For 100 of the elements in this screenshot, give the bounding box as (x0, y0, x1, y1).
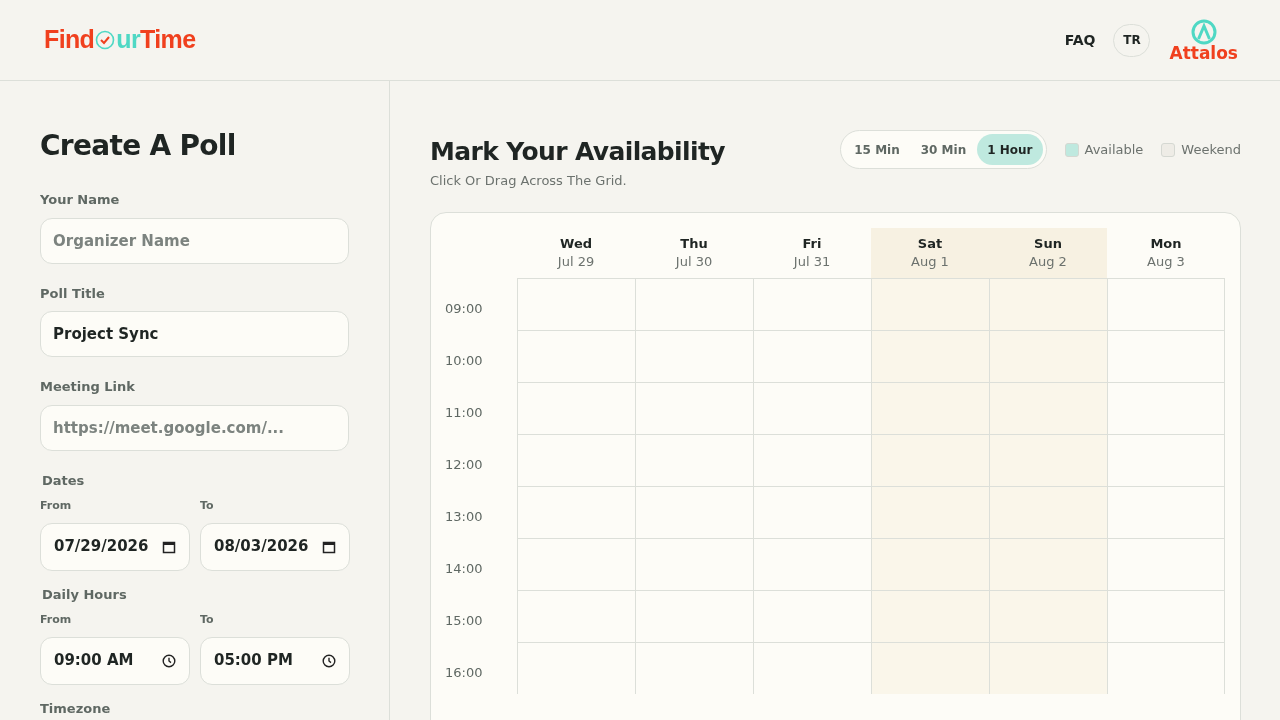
field-label: To (200, 612, 215, 628)
day-label: Sun (1034, 234, 1062, 253)
time-label: 09:00 (445, 300, 483, 316)
time-slot[interactable] (517, 381, 635, 434)
time-slot[interactable] (871, 485, 989, 538)
time-label: 12:00 (445, 456, 483, 472)
time-slot[interactable] (517, 433, 635, 486)
time-label: 15:00 (445, 612, 483, 628)
field-label: From (40, 498, 73, 514)
time-slot[interactable] (989, 641, 1107, 694)
calendar-icon (162, 539, 176, 554)
time-slot[interactable] (989, 589, 1107, 642)
time-slot[interactable] (753, 485, 871, 538)
time-slot[interactable] (517, 641, 635, 694)
date-label: Aug 1 (911, 252, 949, 271)
field-label: Poll Title (40, 284, 106, 303)
time-slot[interactable] (635, 277, 753, 330)
time-slot[interactable] (989, 433, 1107, 486)
time-slot[interactable] (1107, 381, 1225, 434)
time-slot[interactable] (1107, 329, 1225, 382)
date-label: Jul 31 (793, 252, 831, 271)
time-slot[interactable] (1107, 641, 1225, 694)
field-label: To (200, 498, 215, 514)
date-label: Jul 30 (675, 252, 713, 271)
time-slot[interactable] (871, 537, 989, 590)
time-slot[interactable] (517, 329, 635, 382)
time-slot[interactable] (871, 277, 989, 330)
availability-hint: Click Or Drag Across The Grid. (430, 172, 628, 190)
time-slot[interactable] (989, 277, 1107, 330)
field-label: Dates (42, 471, 86, 490)
field-label: From (40, 612, 73, 628)
legend-label: Available (1084, 140, 1144, 159)
date-field[interactable]: 08/03/2026 (200, 522, 350, 571)
time-slot[interactable] (871, 589, 989, 642)
time-slot[interactable] (517, 589, 635, 642)
time-slot[interactable] (1107, 537, 1225, 590)
time-label: 14:00 (445, 560, 483, 576)
time-slot[interactable] (753, 277, 871, 330)
a-circle-icon (1190, 18, 1217, 45)
time-label: 11:00 (445, 404, 483, 420)
time-field[interactable]: 05:00 PM (200, 636, 350, 685)
time-slot[interactable] (517, 537, 635, 590)
time-label: 16:00 (445, 664, 483, 680)
legend-label: Weekend (1181, 140, 1241, 159)
partner-logo-text: Attalos (1169, 44, 1238, 62)
day-label: Sat (917, 234, 943, 253)
interval-tab[interactable]: 15 Min (844, 134, 910, 165)
time-slot[interactable] (871, 433, 989, 486)
time-slot[interactable] (1107, 589, 1225, 642)
poll-title-heading: Create A Poll (40, 129, 237, 163)
time-slot[interactable] (989, 485, 1107, 538)
time-slot[interactable] (753, 433, 871, 486)
day-label: Fri (802, 234, 822, 253)
time-slot[interactable] (635, 589, 753, 642)
date-field[interactable]: 07/29/2026 (40, 522, 190, 571)
name-field[interactable]: Organizer Name (40, 217, 349, 264)
time-slot[interactable] (635, 381, 753, 434)
poll-title-field[interactable]: Project Sync (40, 311, 349, 357)
time-label: 13:00 (445, 508, 483, 524)
time-slot[interactable] (989, 329, 1107, 382)
time-field[interactable]: 09:00 AM (40, 636, 190, 685)
clock-icon (322, 653, 336, 668)
time-slot[interactable] (989, 537, 1107, 590)
faq-link[interactable]: FAQ (1064, 29, 1096, 51)
field-label: Meeting Link (40, 378, 136, 396)
time-slot[interactable] (635, 433, 753, 486)
date-label: Aug 3 (1147, 252, 1185, 271)
field-label: Your Name (40, 191, 121, 209)
time-slot[interactable] (871, 641, 989, 694)
meeting-link-field[interactable]: https://meet.google.com/... (40, 404, 349, 451)
calendar-icon (322, 539, 336, 554)
time-slot[interactable] (635, 485, 753, 538)
time-slot[interactable] (753, 537, 871, 590)
time-slot[interactable] (753, 589, 871, 642)
time-slot[interactable] (753, 381, 871, 434)
time-slot[interactable] (635, 641, 753, 694)
time-slot[interactable] (1107, 277, 1225, 330)
check-circle-icon (95, 30, 116, 50)
field-label: Timezone (40, 699, 112, 718)
clock-icon (162, 653, 176, 668)
time-slot[interactable] (1107, 433, 1225, 486)
time-slot[interactable] (635, 537, 753, 590)
date-label: Jul 29 (557, 252, 595, 271)
day-label: Mon (1150, 234, 1182, 253)
field-label: Daily Hours (42, 585, 128, 604)
time-slot[interactable] (871, 381, 989, 434)
interval-tab[interactable]: 1 Hour (977, 134, 1043, 165)
time-slot[interactable] (635, 329, 753, 382)
time-slot[interactable] (871, 329, 989, 382)
day-label: Thu (680, 234, 708, 253)
time-slot[interactable] (989, 381, 1107, 434)
time-slot[interactable] (517, 277, 635, 330)
day-label: Wed (560, 234, 592, 253)
date-label: Aug 2 (1029, 252, 1067, 271)
interval-tab[interactable]: 30 Min (910, 134, 977, 165)
time-slot[interactable] (1107, 485, 1225, 538)
time-slot[interactable] (753, 641, 871, 694)
time-slot[interactable] (753, 329, 871, 382)
time-label: 10:00 (445, 352, 483, 368)
time-slot[interactable] (517, 485, 635, 538)
